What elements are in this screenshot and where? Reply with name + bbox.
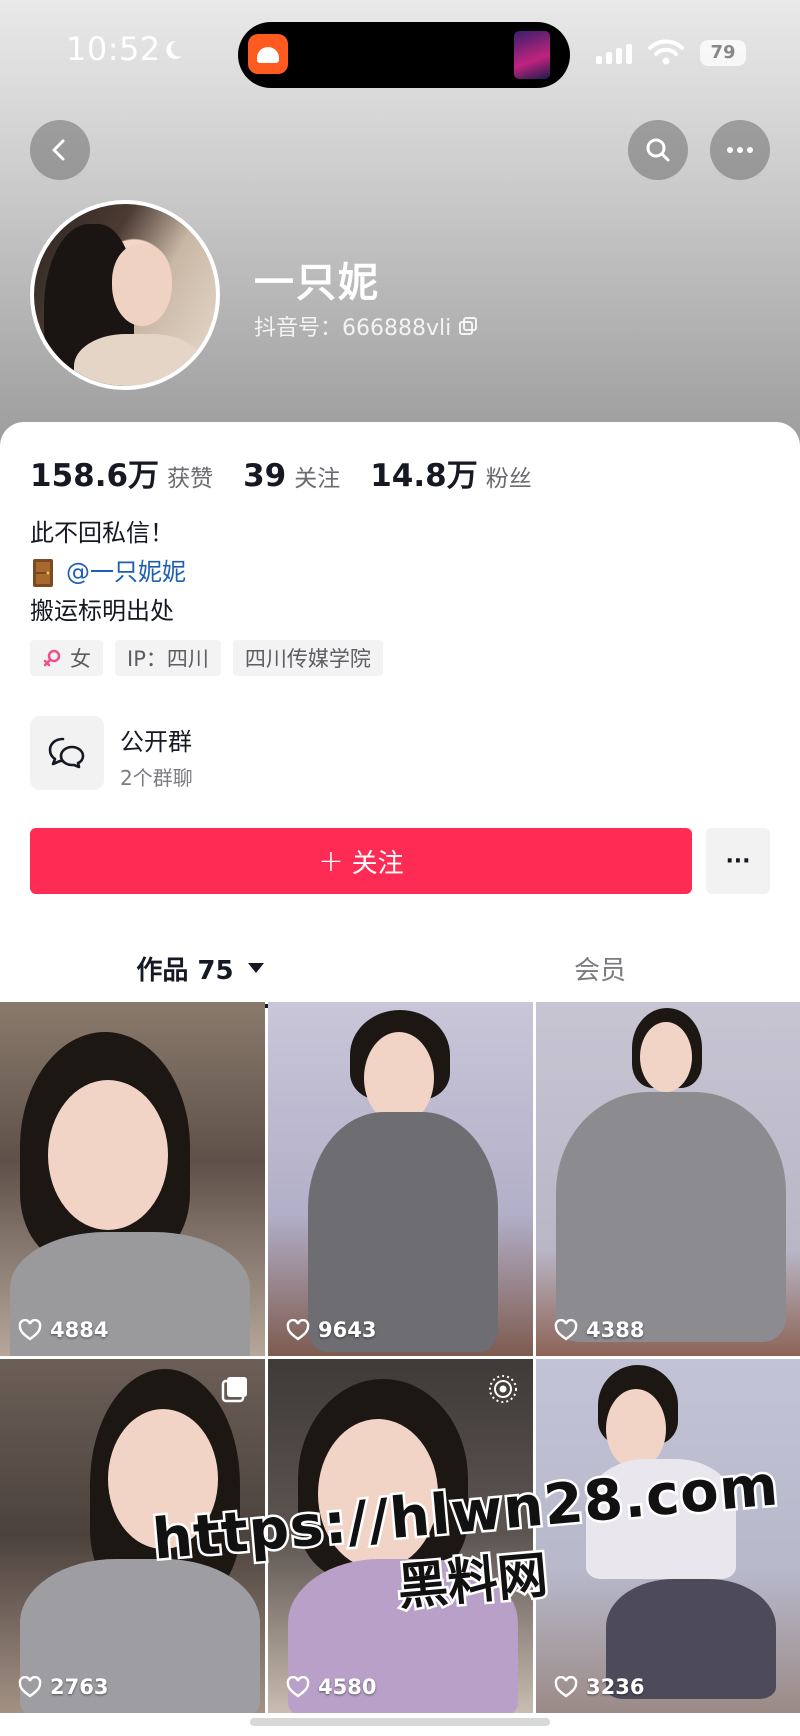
stat-followers[interactable]: 14.8万 粉丝 [370,450,532,495]
group-title: 公开群 [120,728,192,756]
stat-following[interactable]: 39 关注 [243,458,340,494]
search-button[interactable] [628,120,688,180]
avatar[interactable] [30,200,220,390]
signal-icon [596,44,636,64]
tab-works-label: 作品 75 [136,955,234,986]
like-count: 4388 [554,1318,644,1342]
mention-link[interactable]: @一只妮妮 [66,553,186,592]
follow-button[interactable]: + 关注 [30,828,692,894]
ellipsis-icon [727,147,753,153]
more-actions-button[interactable]: ··· [706,828,770,894]
douyin-id[interactable]: 抖音号：666888vli [254,310,478,342]
group-icon-box [30,716,104,790]
stat-likes[interactable]: 158.6万 获赞 [30,450,213,495]
group-subtitle: 2个群聊 [120,766,193,790]
stats-row: 158.6万 获赞 39 关注 14.8万 粉丝 [30,450,562,495]
stat-label: 关注 [294,466,341,492]
door-icon [33,558,53,587]
like-count: 2763 [18,1675,108,1699]
chat-bubbles-icon [48,737,85,769]
video-thumbnail[interactable]: 9643 [268,1002,533,1356]
douyin-id-text: 抖音号：666888vli [254,316,452,341]
dynamic-island[interactable] [238,22,570,88]
stat-value: 158.6万 [30,458,160,494]
media-thumbnail-icon [514,31,550,79]
app-icon [248,34,288,74]
heart-icon [554,1676,578,1698]
status-bar: 10:52 79 [0,0,800,110]
bio-line-2: @一只妮妮 [30,553,186,592]
like-value: 4388 [586,1318,645,1342]
profile-header: 10:52 79 一只妮 抖音号：666888vli [0,0,800,460]
search-icon [646,138,670,162]
stat-label: 获赞 [167,466,214,492]
gender-text: 女 [70,647,91,671]
public-group-entry[interactable]: 公开群 2个群聊 [30,716,770,794]
school-tag[interactable]: 四川传媒学院 [232,640,383,676]
back-button[interactable] [30,120,90,180]
profile-nickname: 一只妮 [254,260,380,306]
stat-label: 粉丝 [485,466,532,492]
female-icon [43,649,61,667]
home-indicator[interactable] [250,1718,550,1726]
like-value: 3236 [586,1675,645,1699]
battery-level: 79 [710,42,736,63]
wifi-icon [648,39,684,65]
like-count: 3236 [554,1675,644,1699]
like-value: 9643 [318,1318,377,1342]
heart-icon [554,1319,578,1341]
content-tabs: 作品 75 会员 [0,932,800,1008]
bio-line-3: 搬运标明出处 [30,597,174,625]
bio: 此不回私信！ @一只妮妮 搬运标明出处 [30,514,186,631]
ip-tag: IP：四川 [115,640,221,676]
tab-member[interactable]: 会员 [400,932,800,1004]
like-count: 9643 [286,1318,376,1342]
stat-value: 14.8万 [370,458,478,494]
status-time: 10:52 [66,30,161,68]
moon-icon [166,40,182,59]
image-set-icon [221,1377,247,1403]
tab-works[interactable]: 作品 75 [0,932,400,1004]
plus-icon: + [318,843,344,879]
video-thumbnail[interactable]: 4388 [536,1002,800,1356]
more-options-button[interactable] [710,120,770,180]
like-value: 2763 [50,1675,109,1699]
copy-icon[interactable] [459,317,478,335]
heart-icon [286,1319,310,1341]
heart-icon [18,1676,42,1698]
profile-tags: 女 IP：四川 四川传媒学院 [30,640,383,676]
stat-value: 39 [243,458,287,494]
chevron-left-icon [52,139,65,161]
like-count: 4884 [18,1318,108,1342]
follow-label: 关注 [351,848,404,879]
like-value: 4884 [50,1318,109,1342]
bio-line-1: 此不回私信！ [30,519,174,547]
caret-down-icon [247,963,264,973]
heart-icon [18,1319,42,1341]
live-photo-icon [489,1375,517,1403]
gender-tag: 女 [30,640,103,676]
video-thumbnail[interactable]: 4884 [0,1002,265,1356]
battery-indicator: 79 [700,40,746,66]
